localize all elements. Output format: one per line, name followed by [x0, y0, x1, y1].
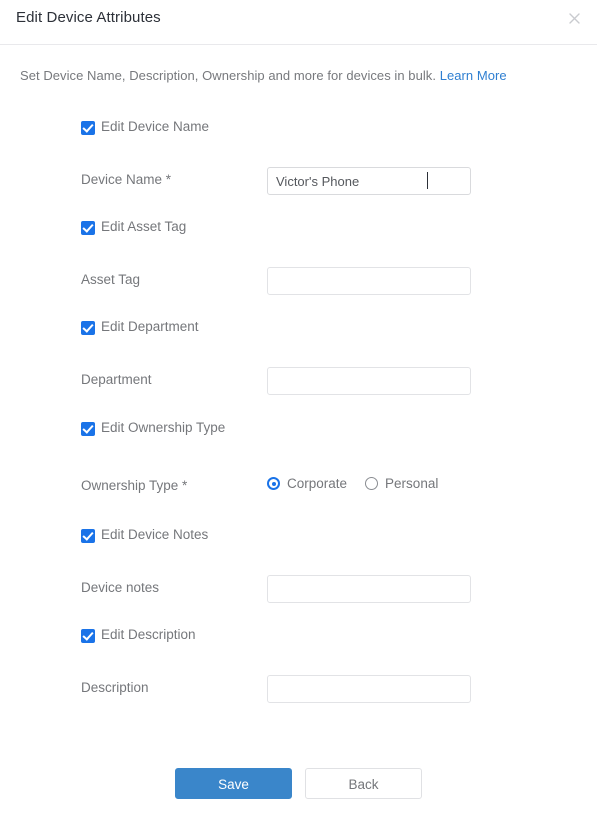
- department-input[interactable]: [267, 367, 471, 395]
- field-label-department: Department: [81, 372, 152, 387]
- checkbox-edit-department[interactable]: [81, 321, 95, 335]
- dialog-header: Edit Device Attributes: [0, 0, 597, 45]
- radio-icon-corporate[interactable]: [267, 477, 280, 490]
- field-row-description: Description: [81, 675, 597, 703]
- field-row-department: Department: [81, 367, 597, 395]
- checkbox-edit-device-name[interactable]: [81, 121, 95, 135]
- ownership-type-radio-group: Corporate Personal: [267, 476, 456, 491]
- edit-device-attributes-dialog: Edit Device Attributes Set Device Name, …: [0, 0, 597, 818]
- field-label-description: Description: [81, 680, 149, 695]
- radio-option-corporate[interactable]: Corporate: [267, 476, 347, 491]
- toggle-row-device-name[interactable]: Edit Device Name: [81, 119, 597, 140]
- field-label-ownership-type: Ownership Type *: [81, 478, 188, 493]
- device-name-input[interactable]: [267, 167, 471, 195]
- text-caret: [427, 172, 428, 189]
- checkbox-label-edit-ownership-type[interactable]: Edit Ownership Type: [101, 420, 225, 435]
- field-row-asset-tag: Asset Tag: [81, 267, 597, 295]
- radio-label-personal[interactable]: Personal: [385, 476, 438, 491]
- field-label-device-notes: Device notes: [81, 580, 160, 595]
- dialog-title: Edit Device Attributes: [16, 9, 161, 26]
- checkbox-edit-ownership-type[interactable]: [81, 422, 95, 436]
- description-input[interactable]: [267, 675, 471, 703]
- back-button[interactable]: Back: [305, 768, 422, 799]
- checkbox-edit-device-notes[interactable]: [81, 529, 95, 543]
- attributes-form: Edit Device Name Device Name * Edit Asse…: [0, 110, 597, 703]
- toggle-row-ownership-type[interactable]: Edit Ownership Type: [81, 420, 597, 441]
- checkbox-label-edit-device-name[interactable]: Edit Device Name: [101, 119, 209, 134]
- toggle-row-device-notes[interactable]: Edit Device Notes: [81, 527, 597, 548]
- checkbox-edit-description[interactable]: [81, 629, 95, 643]
- field-row-device-name: Device Name *: [81, 167, 597, 195]
- toggle-row-department[interactable]: Edit Department: [81, 319, 597, 340]
- field-row-device-notes: Device notes: [81, 575, 597, 603]
- device-notes-input[interactable]: [267, 575, 471, 603]
- checkbox-label-edit-asset-tag[interactable]: Edit Asset Tag: [101, 219, 186, 234]
- save-button[interactable]: Save: [175, 768, 292, 799]
- toggle-row-description[interactable]: Edit Description: [81, 627, 597, 648]
- field-label-device-name: Device Name *: [81, 172, 172, 187]
- field-row-ownership-type: Ownership Type * Corporate Personal: [81, 473, 597, 501]
- checkbox-label-edit-device-notes[interactable]: Edit Device Notes: [101, 527, 208, 542]
- asset-tag-input[interactable]: [267, 267, 471, 295]
- dialog-subtitle-text: Set Device Name, Description, Ownership …: [20, 68, 437, 83]
- toggle-row-asset-tag[interactable]: Edit Asset Tag: [81, 219, 597, 240]
- learn-more-link[interactable]: Learn More: [440, 68, 507, 83]
- checkbox-label-edit-department[interactable]: Edit Department: [101, 319, 199, 334]
- radio-option-personal[interactable]: Personal: [365, 476, 438, 491]
- radio-label-corporate[interactable]: Corporate: [287, 476, 347, 491]
- checkbox-label-edit-description[interactable]: Edit Description: [101, 627, 196, 642]
- radio-icon-personal[interactable]: [365, 477, 379, 490]
- checkbox-edit-asset-tag[interactable]: [81, 221, 95, 235]
- dialog-subtitle: Set Device Name, Description, Ownership …: [20, 68, 507, 83]
- field-label-asset-tag: Asset Tag: [81, 272, 141, 287]
- close-icon[interactable]: [563, 9, 585, 31]
- dialog-footer: Save Back: [0, 768, 597, 799]
